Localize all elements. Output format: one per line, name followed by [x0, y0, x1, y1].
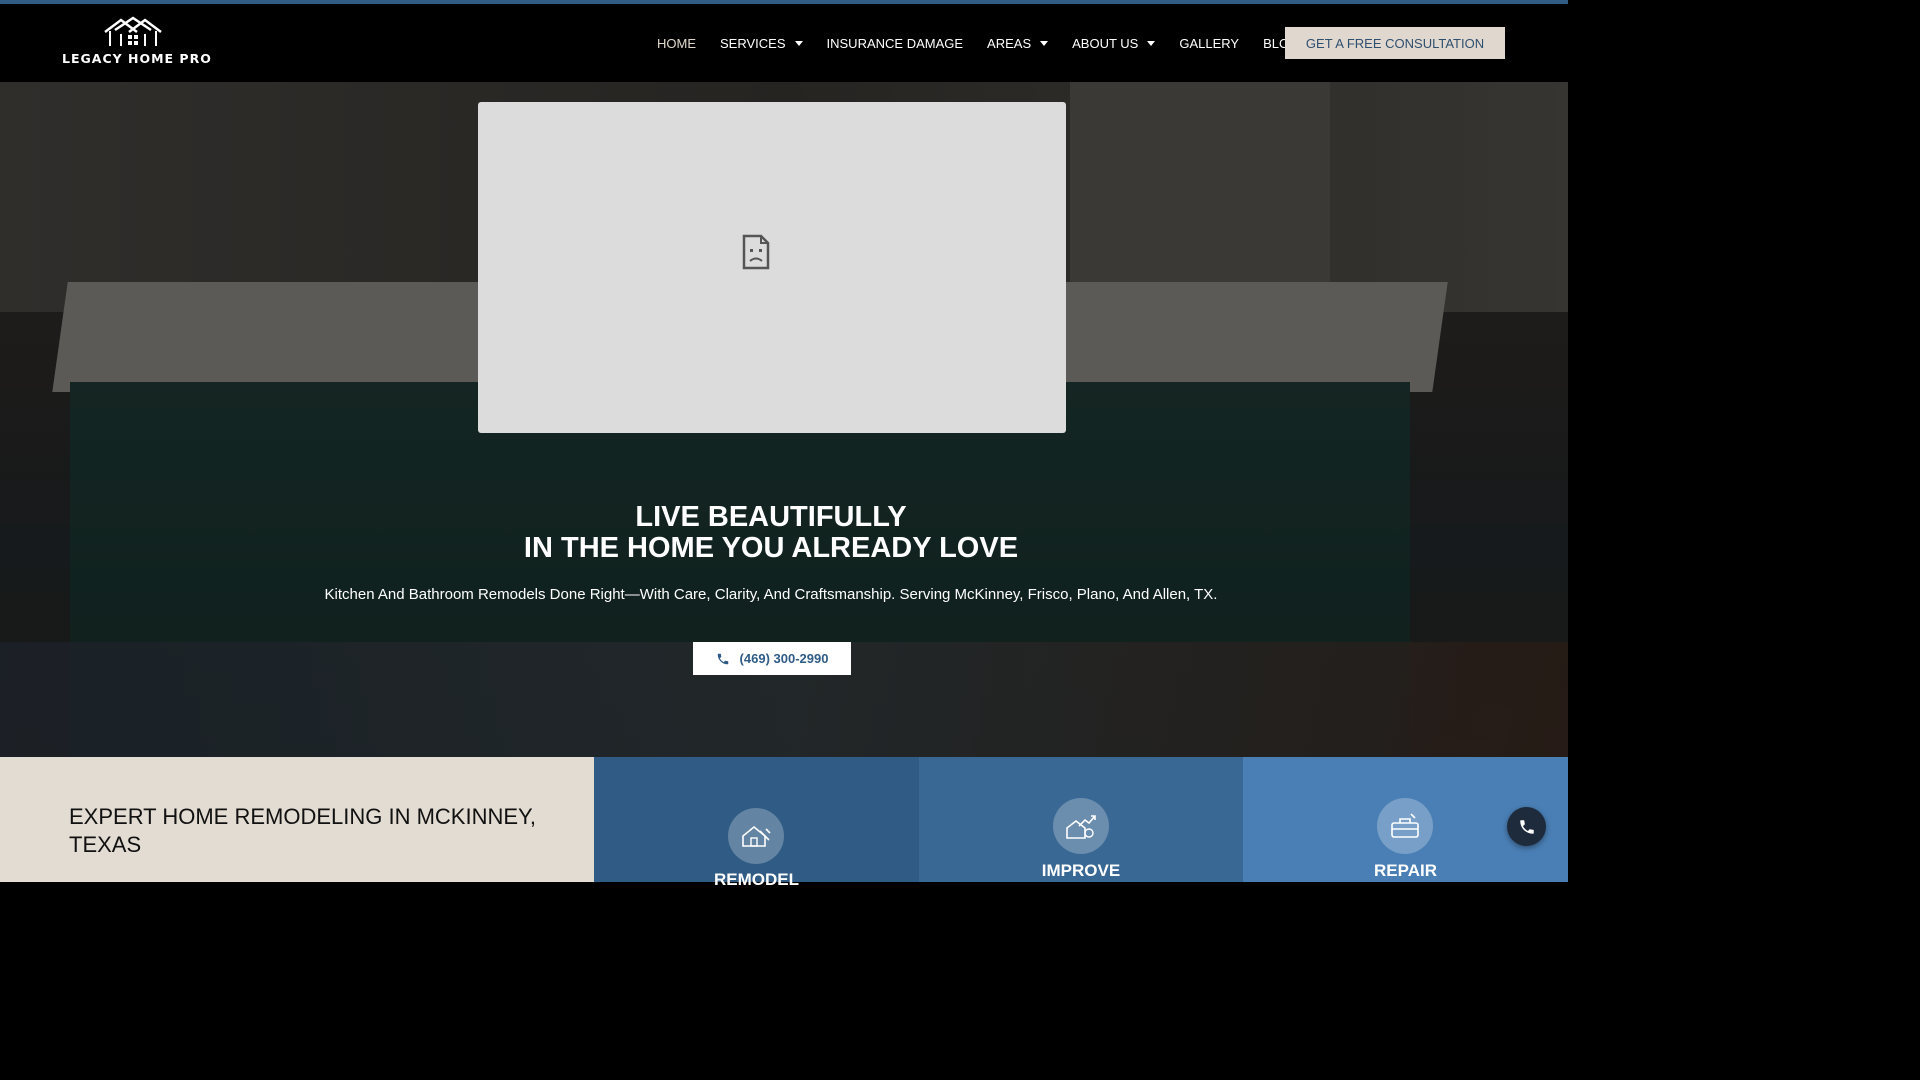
expert-heading: EXPERT HOME REMODELING IN MCKINNEY, TEXA… — [69, 804, 536, 857]
brand-name: LEGACY HOME PRO — [62, 51, 212, 66]
nav-item-gallery[interactable]: GALLERY — [1179, 36, 1239, 51]
nav-item-about-us[interactable]: ABOUT US — [1072, 35, 1156, 51]
site-header: LEGACY HOME PRO HOME SERVICES INSURANCE … — [0, 4, 1568, 82]
call-phone-button[interactable]: (469) 300-2990 — [693, 642, 851, 675]
site-logo[interactable]: LEGACY HOME PRO — [62, 16, 212, 72]
hero-section: LIVE BEAUTIFULLY IN THE HOME YOU ALREADY… — [0, 82, 1568, 757]
phone-number: (469) 300-2990 — [739, 651, 829, 666]
broken-document-icon — [742, 234, 770, 270]
video-placeholder[interactable] — [478, 102, 1066, 433]
house-tools-icon — [728, 808, 784, 864]
caret-down-icon — [1040, 40, 1049, 46]
phone-icon — [1519, 819, 1534, 834]
phone-icon — [717, 653, 728, 664]
hero-title: LIVE BEAUTIFULLY IN THE HOME YOU ALREADY… — [0, 502, 1542, 564]
expert-panel: EXPERT HOME REMODELING IN MCKINNEY, TEXA… — [0, 757, 594, 882]
service-card-remodel[interactable]: REMODEL — [594, 757, 919, 889]
nav-label: GALLERY — [1179, 35, 1240, 51]
caret-down-icon — [1147, 40, 1156, 46]
free-consultation-button[interactable]: GET A FREE CONSULTATION — [1285, 27, 1505, 59]
nav-label: SERVICES — [720, 35, 786, 51]
nav-item-areas[interactable]: AREAS — [987, 35, 1049, 51]
floating-call-button[interactable] — [1507, 807, 1546, 846]
caret-down-icon — [794, 40, 803, 46]
toolbox-icon — [1377, 798, 1433, 854]
nav-item-services[interactable]: SERVICES — [720, 36, 803, 51]
house-growth-icon — [1053, 798, 1109, 854]
service-label: IMPROVE — [1041, 861, 1121, 880]
nav-item-insurance-damage[interactable]: INSURANCE DAMAGE — [827, 36, 964, 51]
nav-label: INSURANCE DAMAGE — [826, 35, 964, 51]
nav-item-home[interactable]: HOME — [657, 36, 696, 51]
main-nav: HOME SERVICES INSURANCE DAMAGE AREAS ABO… — [657, 4, 1323, 82]
house-logo-icon — [104, 16, 162, 46]
nav-label: ABOUT US — [1072, 35, 1139, 51]
service-card-improve[interactable]: IMPROVE — [919, 757, 1243, 882]
nav-label: AREAS — [987, 35, 1032, 51]
service-label: REPAIR — [1374, 861, 1437, 880]
nav-label: HOME — [657, 35, 696, 51]
hero-subtitle: Kitchen And Bathroom Remodels Done Right… — [324, 586, 1218, 603]
services-strip: EXPERT HOME REMODELING IN MCKINNEY, TEXA… — [0, 757, 1568, 889]
hero-title-line2: IN THE HOME YOU ALREADY LOVE — [523, 532, 1019, 564]
hero-title-line1: LIVE BEAUTIFULLY — [635, 501, 907, 533]
service-label: REMODEL — [714, 870, 799, 889]
